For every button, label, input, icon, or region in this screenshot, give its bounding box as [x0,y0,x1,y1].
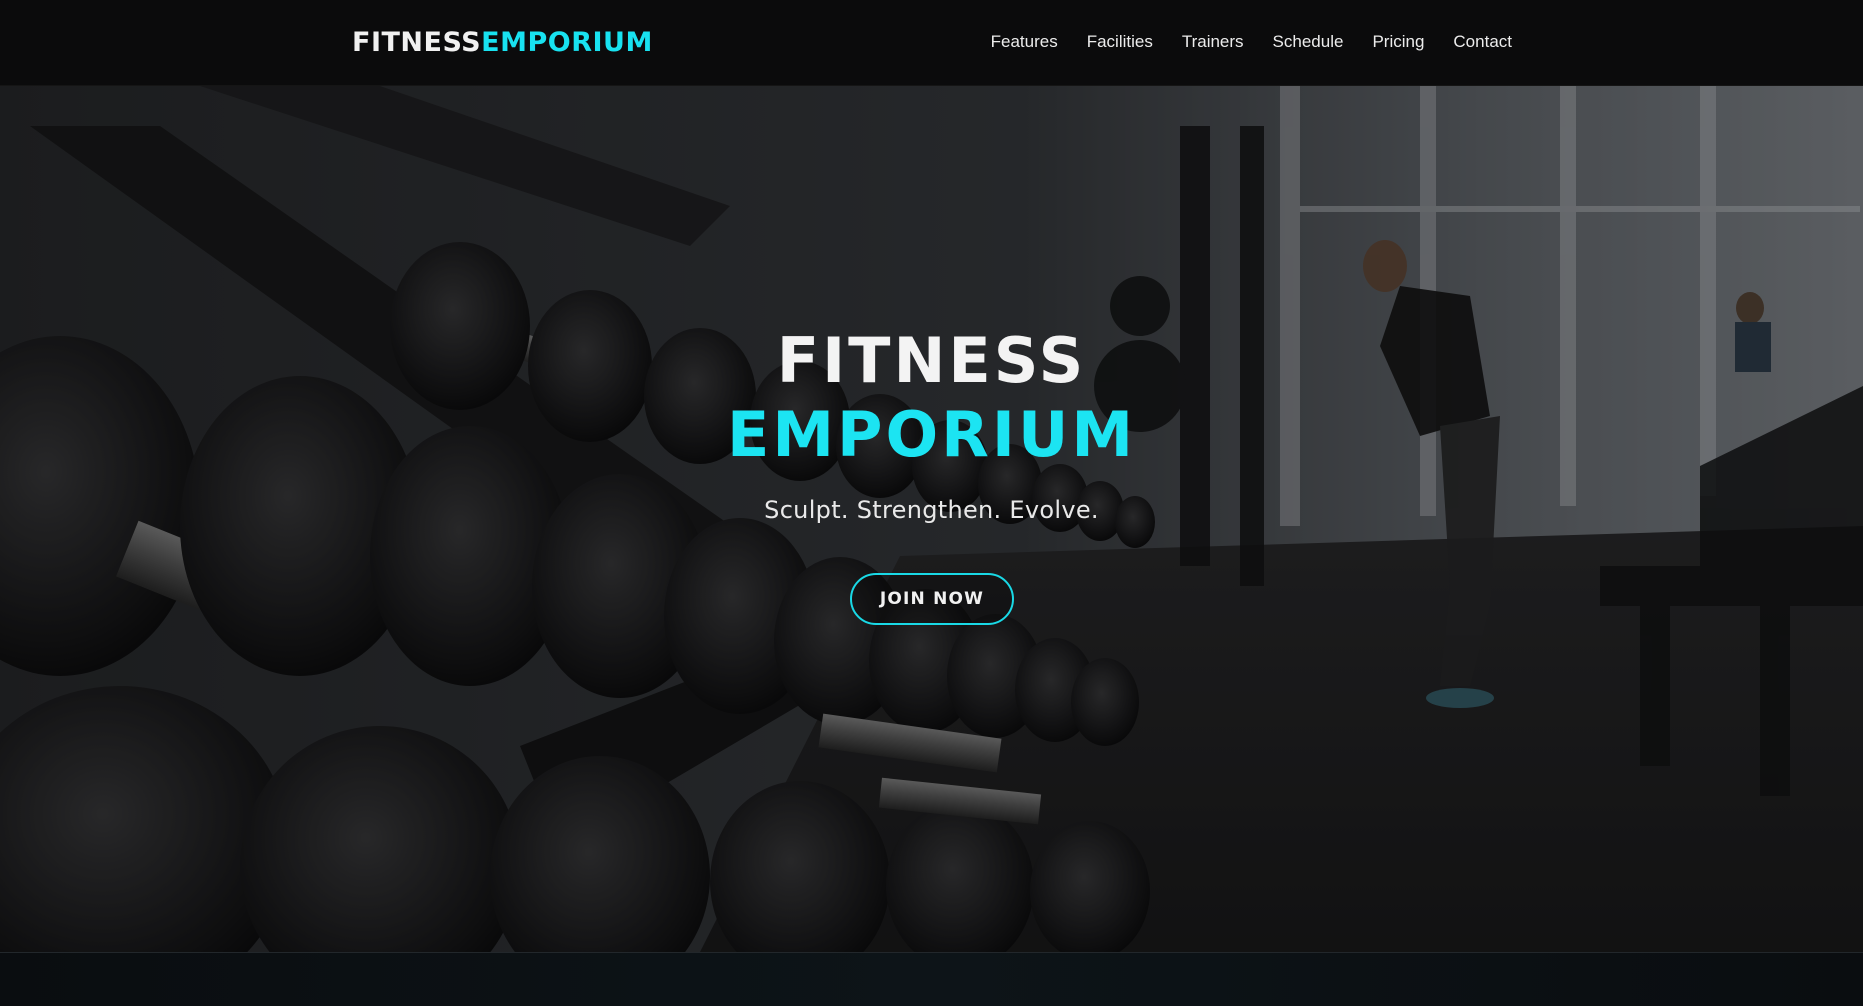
nav-link-schedule[interactable]: Schedule [1273,30,1344,54]
hero-section: FITNESS EMPORIUM Sculpt. Strengthen. Evo… [0,86,1863,952]
nav-link-features[interactable]: Features [991,30,1058,54]
logo-text-fitness: FITNESS [352,27,482,58]
site-logo[interactable]: FITNESS EMPORIUM [352,25,653,61]
nav-link-trainers[interactable]: Trainers [1182,30,1244,54]
logo-text-emporium: EMPORIUM [481,27,653,58]
nav-link-facilities[interactable]: Facilities [1087,30,1153,54]
main-nav: Features Facilities Trainers Schedule Pr… [991,30,1512,54]
join-now-button[interactable]: JOIN NOW [850,573,1014,625]
top-navbar: FITNESS EMPORIUM Features Facilities Trai… [0,0,1863,86]
hero-title-line2: EMPORIUM [726,398,1137,471]
next-section-edge [0,952,1863,1006]
hero-tagline: Sculpt. Strengthen. Evolve. [764,496,1099,524]
hero-content: FITNESS EMPORIUM Sculpt. Strengthen. Evo… [0,86,1863,952]
hero-title-line1: FITNESS [776,324,1087,397]
nav-link-contact[interactable]: Contact [1453,30,1512,54]
nav-link-pricing[interactable]: Pricing [1372,30,1424,54]
